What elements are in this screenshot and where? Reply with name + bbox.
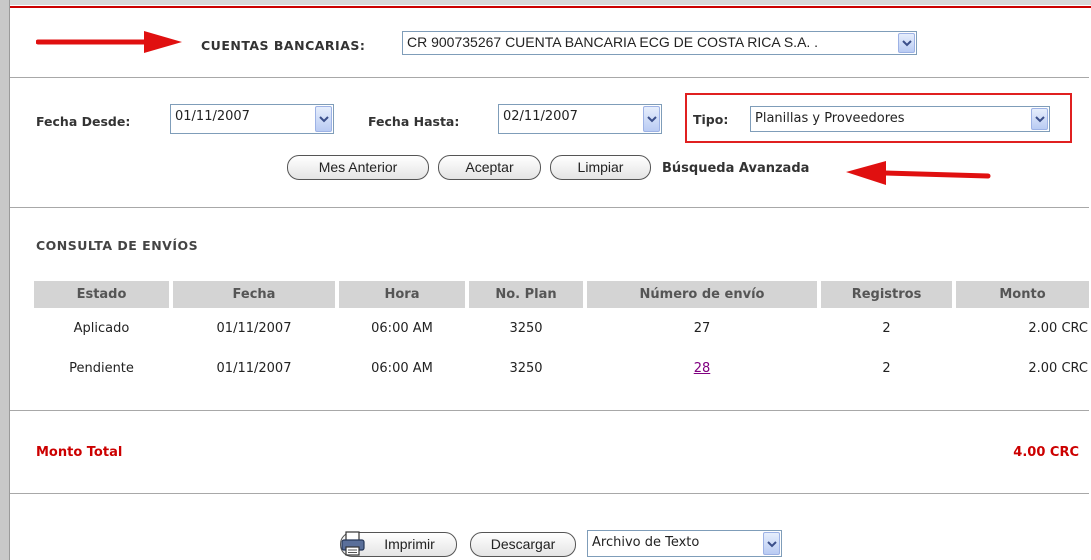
divider <box>10 493 1089 494</box>
printer-icon <box>341 531 365 556</box>
chevron-down-icon[interactable] <box>315 106 332 132</box>
fecha-desde-label: Fecha Desde: <box>36 114 131 129</box>
window-top-border <box>0 0 1091 5</box>
chevron-down-icon[interactable] <box>898 33 915 53</box>
cell-registros: 2 <box>882 321 891 336</box>
tipo-select-value: Planillas y Proveedores <box>755 111 905 126</box>
limpiar-button[interactable]: Limpiar <box>550 155 651 180</box>
annotation-arrow-left-icon <box>846 161 991 185</box>
column-header-fecha: Fecha <box>173 281 335 308</box>
cell-no-plan: 3250 <box>509 361 543 376</box>
envio-link[interactable]: 28 <box>694 361 711 376</box>
cell-fecha: 01/11/2007 <box>216 361 292 376</box>
cuentas-bancarias-label: CUENTAS BANCARIAS: <box>201 38 366 53</box>
chevron-down-icon[interactable] <box>1031 108 1048 130</box>
monto-total-value: 4.00 CRC <box>1013 445 1079 460</box>
column-header-monto: Monto <box>956 281 1089 308</box>
section-title: CONSULTA DE ENVÍOS <box>36 238 199 253</box>
column-header-registros: Registros <box>821 281 952 308</box>
imprimir-button[interactable]: Imprimir <box>340 531 457 557</box>
descargar-button[interactable]: Descargar <box>470 532 576 557</box>
column-header-numero-envio: Número de envío <box>587 281 817 308</box>
chevron-down-icon[interactable] <box>643 106 660 132</box>
divider <box>10 410 1089 411</box>
cell-no-plan: 3250 <box>509 321 543 336</box>
busqueda-avanzada-link[interactable]: Búsqueda Avanzada <box>662 161 809 176</box>
cell-fecha: 01/11/2007 <box>216 321 292 336</box>
mes-anterior-button[interactable]: Mes Anterior <box>287 155 429 180</box>
fecha-hasta-select[interactable]: 02/11/2007 <box>498 104 662 134</box>
tipo-label: Tipo: <box>693 112 729 127</box>
window-left-border <box>0 0 10 560</box>
cell-hora: 06:00 AM <box>371 321 433 336</box>
column-header-estado: Estado <box>34 281 169 308</box>
formato-select[interactable]: Archivo de Texto <box>587 530 782 557</box>
annotation-arrow-right-icon <box>36 31 182 53</box>
monto-total-label: Monto Total <box>36 445 123 460</box>
account-select-value: CR 900735267 CUENTA BANCARIA ECG DE COST… <box>407 34 819 50</box>
aceptar-button[interactable]: Aceptar <box>438 155 541 180</box>
chevron-down-icon[interactable] <box>763 532 780 555</box>
fecha-hasta-label: Fecha Hasta: <box>368 114 460 129</box>
cell-registros: 2 <box>882 361 891 376</box>
cell-hora: 06:00 AM <box>371 361 433 376</box>
cell-numero-envio: 27 <box>693 321 711 336</box>
fecha-desde-value: 01/11/2007 <box>175 109 250 124</box>
divider <box>10 77 1089 78</box>
cell-monto: 2.00 CRC <box>1028 321 1088 336</box>
fecha-hasta-value: 02/11/2007 <box>503 109 578 124</box>
cell-monto: 2.00 CRC <box>1028 361 1088 376</box>
imprimir-label: Imprimir <box>384 536 435 552</box>
fecha-desde-select[interactable]: 01/11/2007 <box>170 104 334 134</box>
cell-estado: Pendiente <box>69 361 134 376</box>
cell-estado: Aplicado <box>73 321 130 336</box>
account-select[interactable]: CR 900735267 CUENTA BANCARIA ECG DE COST… <box>402 31 917 55</box>
column-header-no-plan: No. Plan <box>469 281 583 308</box>
tipo-select[interactable]: Planillas y Proveedores <box>750 106 1050 132</box>
divider <box>10 207 1089 208</box>
formato-select-value: Archivo de Texto <box>592 535 700 550</box>
column-header-hora: Hora <box>339 281 465 308</box>
top-accent-line <box>10 6 1091 8</box>
cell-numero-envio: 28 <box>587 360 817 378</box>
